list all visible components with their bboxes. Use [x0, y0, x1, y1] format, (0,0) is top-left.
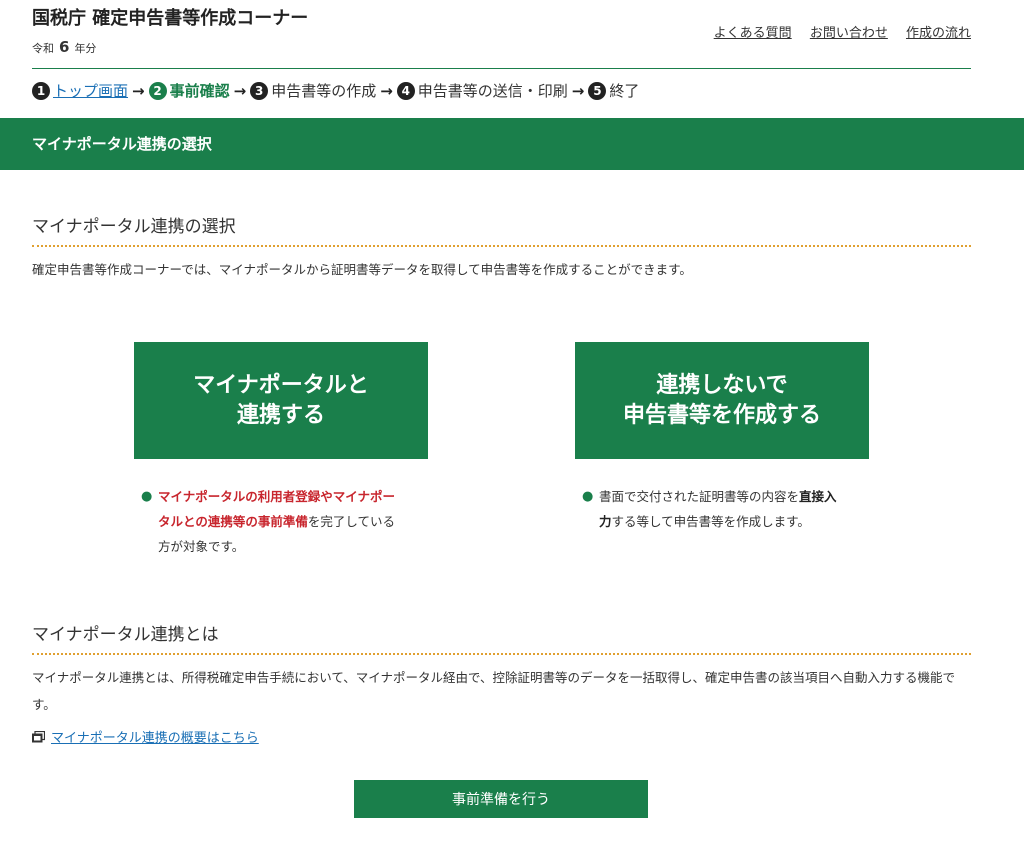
- step-4: 4 申告書等の送信・印刷: [396, 80, 568, 101]
- step-1-number: 1: [32, 81, 50, 100]
- link-option-note: ● マイナポータルの利用者登録やマイナポータルとの連携等の事前準備を完了している…: [134, 484, 402, 559]
- link-button-line2: 連携する: [236, 402, 325, 428]
- section-about-description: マイナポータル連携とは、所得税確定申告手続において、マイナポータル経由で、控除証…: [32, 670, 956, 712]
- tax-year: 令和 6 年分: [32, 38, 96, 56]
- header-links: よくある質問 お問い合わせ 作成の流れ: [700, 22, 971, 41]
- step-1: 1 トップ画面: [32, 80, 128, 101]
- step-5: 5 終了: [588, 80, 639, 101]
- create-without-link-button[interactable]: 連携しないで 申告書等を作成する: [575, 342, 869, 459]
- step-top-link[interactable]: トップ画面: [53, 80, 128, 101]
- step-5-number: 5: [588, 81, 607, 100]
- step-3-label: 申告書等の作成: [271, 82, 377, 100]
- link-mynaportal-button[interactable]: マイナポータルと 連携する: [134, 342, 428, 459]
- step-2-number: 2: [148, 81, 167, 100]
- contact-link[interactable]: お問い合わせ: [810, 26, 888, 41]
- page-title-bar: マイナポータル連携の選択: [0, 118, 1024, 170]
- link-button-line1: マイナポータルと: [193, 372, 369, 398]
- flow-link[interactable]: 作成の流れ: [906, 26, 971, 41]
- step-navigation: 1 トップ画面 → 2 事前確認 → 3 申告書等の作成 → 4 申告書等の送信…: [32, 80, 639, 101]
- step-2: 2 事前確認: [148, 80, 230, 101]
- site-header: 国税庁 確定申告書等作成コーナー 令和 6 年分 よくある質問 お問い合わせ 作成の…: [32, 0, 971, 69]
- site-title: 国税庁 確定申告書等作成コーナー: [32, 8, 309, 29]
- prepare-button[interactable]: 事前準備を行う: [354, 780, 648, 818]
- external-window-icon: [32, 730, 45, 742]
- overview-link[interactable]: マイナポータル連携の概要はこちら: [51, 727, 259, 746]
- arrow-right-icon: →: [380, 81, 393, 100]
- arrow-right-icon: →: [132, 81, 145, 100]
- nolink-button-line2: 申告書等を作成する: [622, 402, 821, 428]
- era-year-number: 6: [59, 38, 70, 56]
- era-suffix: 年分: [74, 42, 97, 55]
- nolink-note-text-post: する等して申告書等を作成します。: [611, 514, 810, 529]
- era-prefix: 令和: [32, 42, 54, 55]
- step-3: 3 申告書等の作成: [250, 80, 376, 101]
- nolink-note-text-pre: 書面で交付された証明書等の内容を: [599, 489, 800, 504]
- arrow-right-icon: →: [233, 81, 247, 100]
- page-title: マイナポータル連携の選択: [32, 135, 212, 153]
- nolink-option-note: ● 書面で交付された証明書等の内容を直接入力する等して申告書等を作成します。: [575, 484, 843, 534]
- step-current-label: 事前確認: [169, 82, 230, 100]
- nolink-button-line1: 連携しないで: [656, 372, 788, 398]
- section-heading-about: マイナポータル連携とは: [32, 620, 971, 655]
- bullet-icon: ●: [141, 489, 153, 504]
- arrow-right-icon: →: [571, 81, 585, 100]
- faq-link[interactable]: よくある質問: [714, 26, 792, 41]
- step-5-label: 終了: [609, 82, 640, 100]
- step-4-label: 申告書等の送信・印刷: [417, 82, 568, 100]
- overview-link-row: マイナポータル連携の概要はこちら: [32, 727, 259, 746]
- bullet-icon: ●: [582, 489, 594, 504]
- step-3-number: 3: [250, 81, 269, 100]
- section-heading-selection: マイナポータル連携の選択: [32, 212, 971, 247]
- section-selection-description: 確定申告書等作成コーナーでは、マイナポータルから証明書等データを取得して申告書等…: [32, 262, 692, 277]
- step-4-number: 4: [396, 81, 415, 100]
